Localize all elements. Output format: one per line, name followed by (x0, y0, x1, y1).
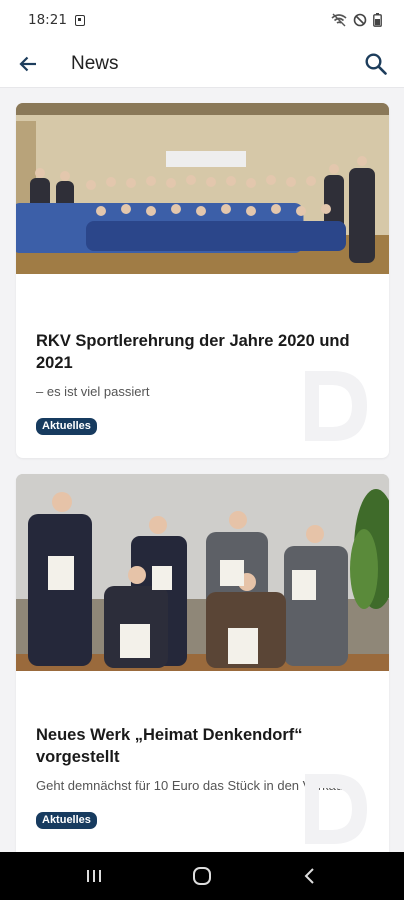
d-logo-watermark-icon (305, 371, 367, 441)
search-button[interactable] (348, 40, 404, 88)
notification-icon (74, 14, 85, 26)
app-bar: News (0, 40, 404, 88)
status-time: 18:21 (28, 12, 67, 28)
arrow-back-icon (19, 56, 36, 71)
wifi-off-icon (331, 13, 347, 27)
back-button[interactable] (0, 40, 56, 88)
recent-apps-icon (87, 870, 101, 882)
category-badge: Aktuelles (36, 418, 97, 435)
news-card[interactable]: RKV Sportlerehrung der Jahre 2020 und 20… (16, 103, 389, 458)
nav-back-button[interactable] (280, 852, 340, 900)
news-card[interactable]: Neues Werk „Heimat Denkendorf“ vorgestel… (16, 474, 389, 852)
status-bar: 18:21 (0, 0, 404, 40)
recent-apps-button[interactable] (64, 852, 124, 900)
home-icon (193, 867, 211, 885)
article-image-group-photo (16, 103, 389, 274)
article-title[interactable]: Neues Werk „Heimat Denkendorf“ vorgestel… (36, 724, 369, 768)
battery-icon (373, 13, 382, 27)
d-logo-watermark-icon (305, 774, 367, 844)
news-feed[interactable]: RKV Sportlerehrung der Jahre 2020 und 20… (0, 89, 404, 852)
status-icons (331, 13, 382, 27)
category-badge: Aktuelles (36, 812, 97, 829)
system-nav-bar (0, 852, 404, 900)
page-title: News (71, 52, 119, 74)
article-image-book-presentation (16, 474, 389, 671)
do-not-disturb-icon (353, 13, 367, 27)
back-icon (304, 868, 314, 884)
search-icon (365, 52, 387, 75)
home-button[interactable] (172, 852, 232, 900)
